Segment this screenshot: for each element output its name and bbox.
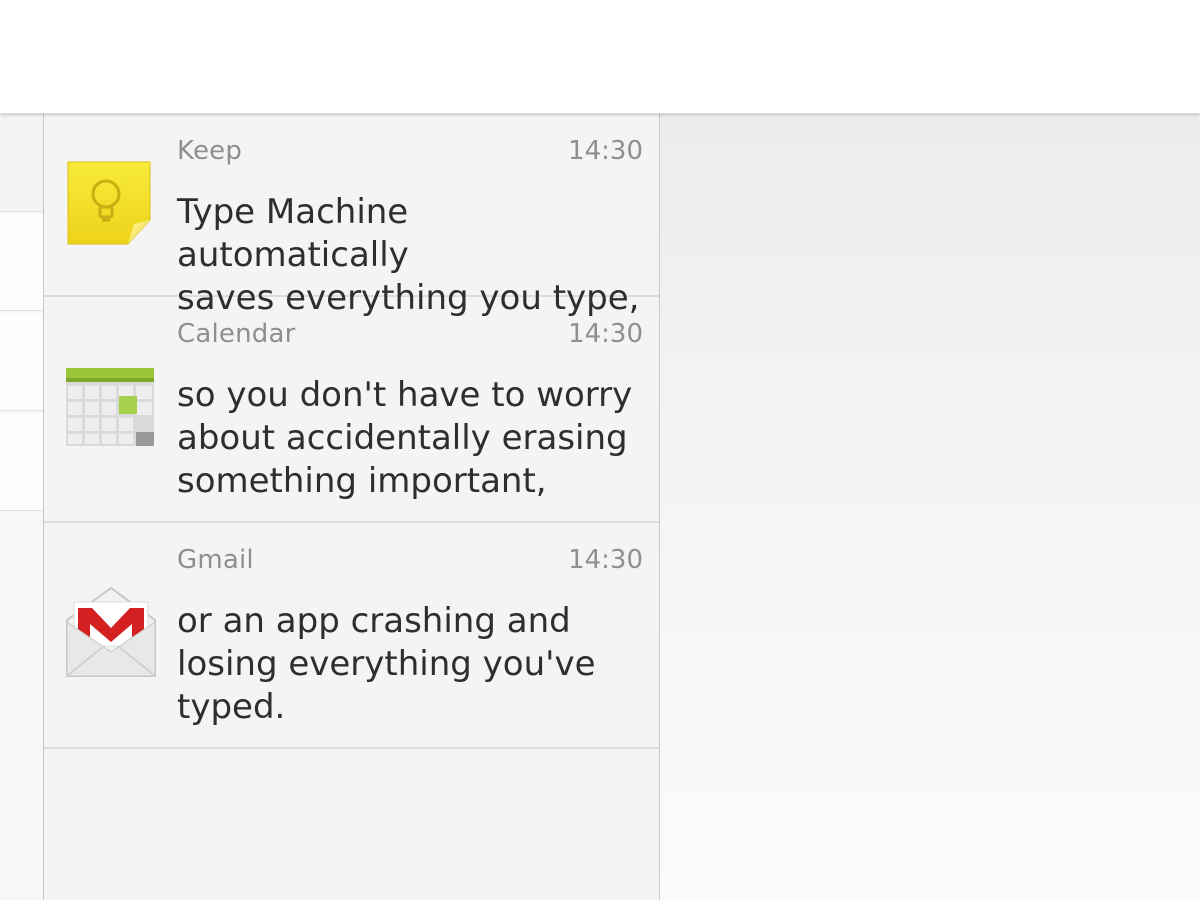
notification-time: 14:30	[568, 319, 643, 349]
left-list-row	[0, 313, 43, 411]
left-list-row	[0, 213, 43, 311]
notification-app-name: Gmail	[177, 545, 254, 575]
notification-message: or an app crashing and losing everything…	[177, 601, 596, 727]
calendar-icon	[64, 366, 156, 452]
notification-message: so you don't have to worry about acciden…	[177, 375, 633, 501]
gmail-icon	[64, 584, 158, 684]
left-list-background	[0, 114, 43, 900]
top-bar	[0, 0, 1200, 113]
notification-panel: Keep 14:30 Type Machine automatically sa…	[43, 114, 660, 900]
notification-app-name: Keep	[177, 136, 243, 166]
keep-icon	[64, 158, 154, 252]
left-list-row	[0, 413, 43, 511]
background-area	[660, 114, 1200, 900]
notification-time: 14:30	[568, 545, 643, 575]
notification-app-name: Calendar	[177, 319, 296, 349]
notification-item-keep[interactable]: Keep 14:30 Type Machine automatically sa…	[44, 114, 659, 318]
left-list-row	[0, 114, 43, 212]
notification-time: 14:30	[568, 136, 643, 166]
